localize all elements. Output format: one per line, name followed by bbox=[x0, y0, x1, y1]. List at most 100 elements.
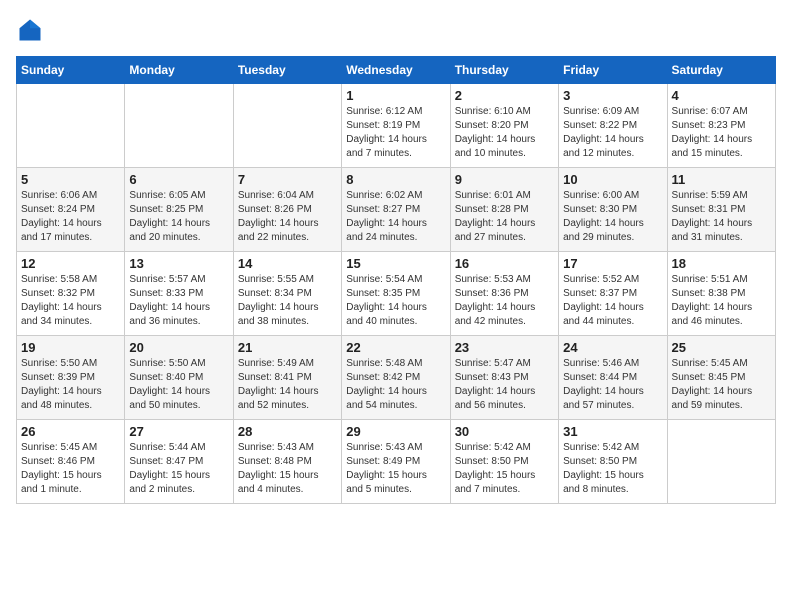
day-info: Sunrise: 5:44 AM Sunset: 8:47 PM Dayligh… bbox=[129, 441, 228, 497]
day-info: Sunrise: 6:10 AM Sunset: 8:20 PM Dayligh… bbox=[455, 105, 554, 161]
day-info: Sunrise: 6:06 AM Sunset: 8:24 PM Dayligh… bbox=[21, 189, 120, 245]
calendar-cell: 31Sunrise: 5:42 AM Sunset: 8:50 PM Dayli… bbox=[559, 420, 667, 504]
calendar-table: SundayMondayTuesdayWednesdayThursdayFrid… bbox=[16, 56, 776, 504]
day-number: 26 bbox=[21, 424, 120, 439]
calendar-week-row: 26 Sunrise: 5:45 AM Sunset: 8:46 PM Dayli… bbox=[17, 420, 776, 504]
calendar-cell bbox=[233, 84, 341, 168]
day-info: Sunrise: 5:57 AM Sunset: 8:33 PM Dayligh… bbox=[129, 273, 228, 329]
calendar-cell: 3 Sunrise: 6:09 AM Sunset: 8:22 PM Daylig… bbox=[559, 84, 667, 168]
page-header bbox=[16, 16, 776, 44]
calendar-cell: 17 Sunrise: 5:52 AM Sunset: 8:37 PM Dayli… bbox=[559, 252, 667, 336]
day-number: 12 bbox=[21, 256, 120, 271]
day-number: 19 bbox=[21, 340, 120, 355]
day-info: Sunrise: 5:55 AM Sunset: 8:34 PM Dayligh… bbox=[238, 273, 337, 329]
day-info: Sunrise: 6:01 AM Sunset: 8:28 PM Dayligh… bbox=[455, 189, 554, 245]
logo-icon bbox=[16, 16, 44, 44]
day-number: 8 bbox=[346, 172, 445, 187]
calendar-cell bbox=[667, 420, 775, 504]
day-number: 17 bbox=[563, 256, 662, 271]
day-info: Sunrise: 5:49 AM Sunset: 8:41 PM Dayligh… bbox=[238, 357, 337, 413]
calendar-header-row: SundayMondayTuesdayWednesdayThursdayFrid… bbox=[17, 57, 776, 84]
day-number: 29 bbox=[346, 424, 445, 439]
day-number: 24 bbox=[563, 340, 662, 355]
calendar-cell: 15Sunrise: 5:54 AM Sunset: 8:35 PM Dayli… bbox=[342, 252, 450, 336]
day-number: 9 bbox=[455, 172, 554, 187]
calendar-cell: 4 Sunrise: 6:07 AM Sunset: 8:23 PM Daylig… bbox=[667, 84, 775, 168]
calendar-cell: 21Sunrise: 5:49 AM Sunset: 8:41 PM Dayli… bbox=[233, 336, 341, 420]
day-number: 3 bbox=[563, 88, 662, 103]
day-info: Sunrise: 5:48 AM Sunset: 8:42 PM Dayligh… bbox=[346, 357, 445, 413]
logo bbox=[16, 16, 48, 44]
day-number: 7 bbox=[238, 172, 337, 187]
calendar-cell: 14 Sunrise: 5:55 AM Sunset: 8:34 PM Dayli… bbox=[233, 252, 341, 336]
day-info: Sunrise: 6:04 AM Sunset: 8:26 PM Dayligh… bbox=[238, 189, 337, 245]
day-info: Sunrise: 5:58 AM Sunset: 8:32 PM Dayligh… bbox=[21, 273, 120, 329]
calendar-week-row: 19 Sunrise: 5:50 AM Sunset: 8:39 PM Dayli… bbox=[17, 336, 776, 420]
column-header-friday: Friday bbox=[559, 57, 667, 84]
day-info: Sunrise: 5:54 AM Sunset: 8:35 PM Dayligh… bbox=[346, 273, 445, 329]
day-info: Sunrise: 5:42 AM Sunset: 8:50 PM Dayligh… bbox=[455, 441, 554, 497]
day-info: Sunrise: 5:53 AM Sunset: 8:36 PM Dayligh… bbox=[455, 273, 554, 329]
calendar-cell: 16 Sunrise: 5:53 AM Sunset: 8:36 PM Dayli… bbox=[450, 252, 558, 336]
calendar-cell: 5 Sunrise: 6:06 AM Sunset: 8:24 PM Daylig… bbox=[17, 168, 125, 252]
day-info: Sunrise: 5:42 AM Sunset: 8:50 PM Dayligh… bbox=[563, 441, 662, 497]
day-number: 18 bbox=[672, 256, 771, 271]
day-number: 11 bbox=[672, 172, 771, 187]
calendar-cell: 20 Sunrise: 5:50 AM Sunset: 8:40 PM Dayli… bbox=[125, 336, 233, 420]
day-info: Sunrise: 5:50 AM Sunset: 8:39 PM Dayligh… bbox=[21, 357, 120, 413]
day-number: 13 bbox=[129, 256, 228, 271]
calendar-week-row: 1 Sunrise: 6:12 AM Sunset: 8:19 PM Daylig… bbox=[17, 84, 776, 168]
calendar-cell: 9 Sunrise: 6:01 AM Sunset: 8:28 PM Daylig… bbox=[450, 168, 558, 252]
calendar-cell: 11 Sunrise: 5:59 AM Sunset: 8:31 PM Dayli… bbox=[667, 168, 775, 252]
day-number: 30 bbox=[455, 424, 554, 439]
calendar-cell: 1 Sunrise: 6:12 AM Sunset: 8:19 PM Daylig… bbox=[342, 84, 450, 168]
calendar-cell: 25Sunrise: 5:45 AM Sunset: 8:45 PM Dayli… bbox=[667, 336, 775, 420]
calendar-cell: 27 Sunrise: 5:44 AM Sunset: 8:47 PM Dayli… bbox=[125, 420, 233, 504]
day-number: 10 bbox=[563, 172, 662, 187]
column-header-saturday: Saturday bbox=[667, 57, 775, 84]
calendar-cell: 7 Sunrise: 6:04 AM Sunset: 8:26 PM Daylig… bbox=[233, 168, 341, 252]
column-header-thursday: Thursday bbox=[450, 57, 558, 84]
day-info: Sunrise: 5:46 AM Sunset: 8:44 PM Dayligh… bbox=[563, 357, 662, 413]
day-number: 6 bbox=[129, 172, 228, 187]
day-info: Sunrise: 6:07 AM Sunset: 8:23 PM Dayligh… bbox=[672, 105, 771, 161]
day-info: Sunrise: 5:50 AM Sunset: 8:40 PM Dayligh… bbox=[129, 357, 228, 413]
calendar-cell: 24 Sunrise: 5:46 AM Sunset: 8:44 PM Dayli… bbox=[559, 336, 667, 420]
day-number: 28 bbox=[238, 424, 337, 439]
day-number: 1 bbox=[346, 88, 445, 103]
day-info: Sunrise: 5:59 AM Sunset: 8:31 PM Dayligh… bbox=[672, 189, 771, 245]
calendar-cell: 10Sunrise: 6:00 AM Sunset: 8:30 PM Dayli… bbox=[559, 168, 667, 252]
day-info: Sunrise: 5:52 AM Sunset: 8:37 PM Dayligh… bbox=[563, 273, 662, 329]
calendar-cell: 22Sunrise: 5:48 AM Sunset: 8:42 PM Dayli… bbox=[342, 336, 450, 420]
day-number: 2 bbox=[455, 88, 554, 103]
calendar-cell: 13 Sunrise: 5:57 AM Sunset: 8:33 PM Dayli… bbox=[125, 252, 233, 336]
calendar-cell: 2 Sunrise: 6:10 AM Sunset: 8:20 PM Daylig… bbox=[450, 84, 558, 168]
day-info: Sunrise: 6:09 AM Sunset: 8:22 PM Dayligh… bbox=[563, 105, 662, 161]
day-number: 20 bbox=[129, 340, 228, 355]
calendar-cell: 30 Sunrise: 5:42 AM Sunset: 8:50 PM Dayli… bbox=[450, 420, 558, 504]
calendar-cell: 6 Sunrise: 6:05 AM Sunset: 8:25 PM Daylig… bbox=[125, 168, 233, 252]
day-number: 4 bbox=[672, 88, 771, 103]
day-info: Sunrise: 5:51 AM Sunset: 8:38 PM Dayligh… bbox=[672, 273, 771, 329]
day-info: Sunrise: 5:45 AM Sunset: 8:46 PM Dayligh… bbox=[21, 441, 120, 497]
calendar-cell: 8 Sunrise: 6:02 AM Sunset: 8:27 PM Daylig… bbox=[342, 168, 450, 252]
calendar-week-row: 12 Sunrise: 5:58 AM Sunset: 8:32 PM Dayli… bbox=[17, 252, 776, 336]
calendar-cell: 18 Sunrise: 5:51 AM Sunset: 8:38 PM Dayli… bbox=[667, 252, 775, 336]
column-header-monday: Monday bbox=[125, 57, 233, 84]
day-info: Sunrise: 6:12 AM Sunset: 8:19 PM Dayligh… bbox=[346, 105, 445, 161]
day-number: 5 bbox=[21, 172, 120, 187]
column-header-sunday: Sunday bbox=[17, 57, 125, 84]
calendar-cell: 26 Sunrise: 5:45 AM Sunset: 8:46 PM Dayli… bbox=[17, 420, 125, 504]
day-number: 16 bbox=[455, 256, 554, 271]
calendar-cell: 23 Sunrise: 5:47 AM Sunset: 8:43 PM Dayli… bbox=[450, 336, 558, 420]
day-info: Sunrise: 6:05 AM Sunset: 8:25 PM Dayligh… bbox=[129, 189, 228, 245]
day-info: Sunrise: 6:02 AM Sunset: 8:27 PM Dayligh… bbox=[346, 189, 445, 245]
day-info: Sunrise: 5:45 AM Sunset: 8:45 PM Dayligh… bbox=[672, 357, 771, 413]
day-number: 14 bbox=[238, 256, 337, 271]
calendar-week-row: 5 Sunrise: 6:06 AM Sunset: 8:24 PM Daylig… bbox=[17, 168, 776, 252]
column-header-tuesday: Tuesday bbox=[233, 57, 341, 84]
day-number: 23 bbox=[455, 340, 554, 355]
calendar-cell: 12 Sunrise: 5:58 AM Sunset: 8:32 PM Dayli… bbox=[17, 252, 125, 336]
day-info: Sunrise: 5:47 AM Sunset: 8:43 PM Dayligh… bbox=[455, 357, 554, 413]
day-number: 27 bbox=[129, 424, 228, 439]
